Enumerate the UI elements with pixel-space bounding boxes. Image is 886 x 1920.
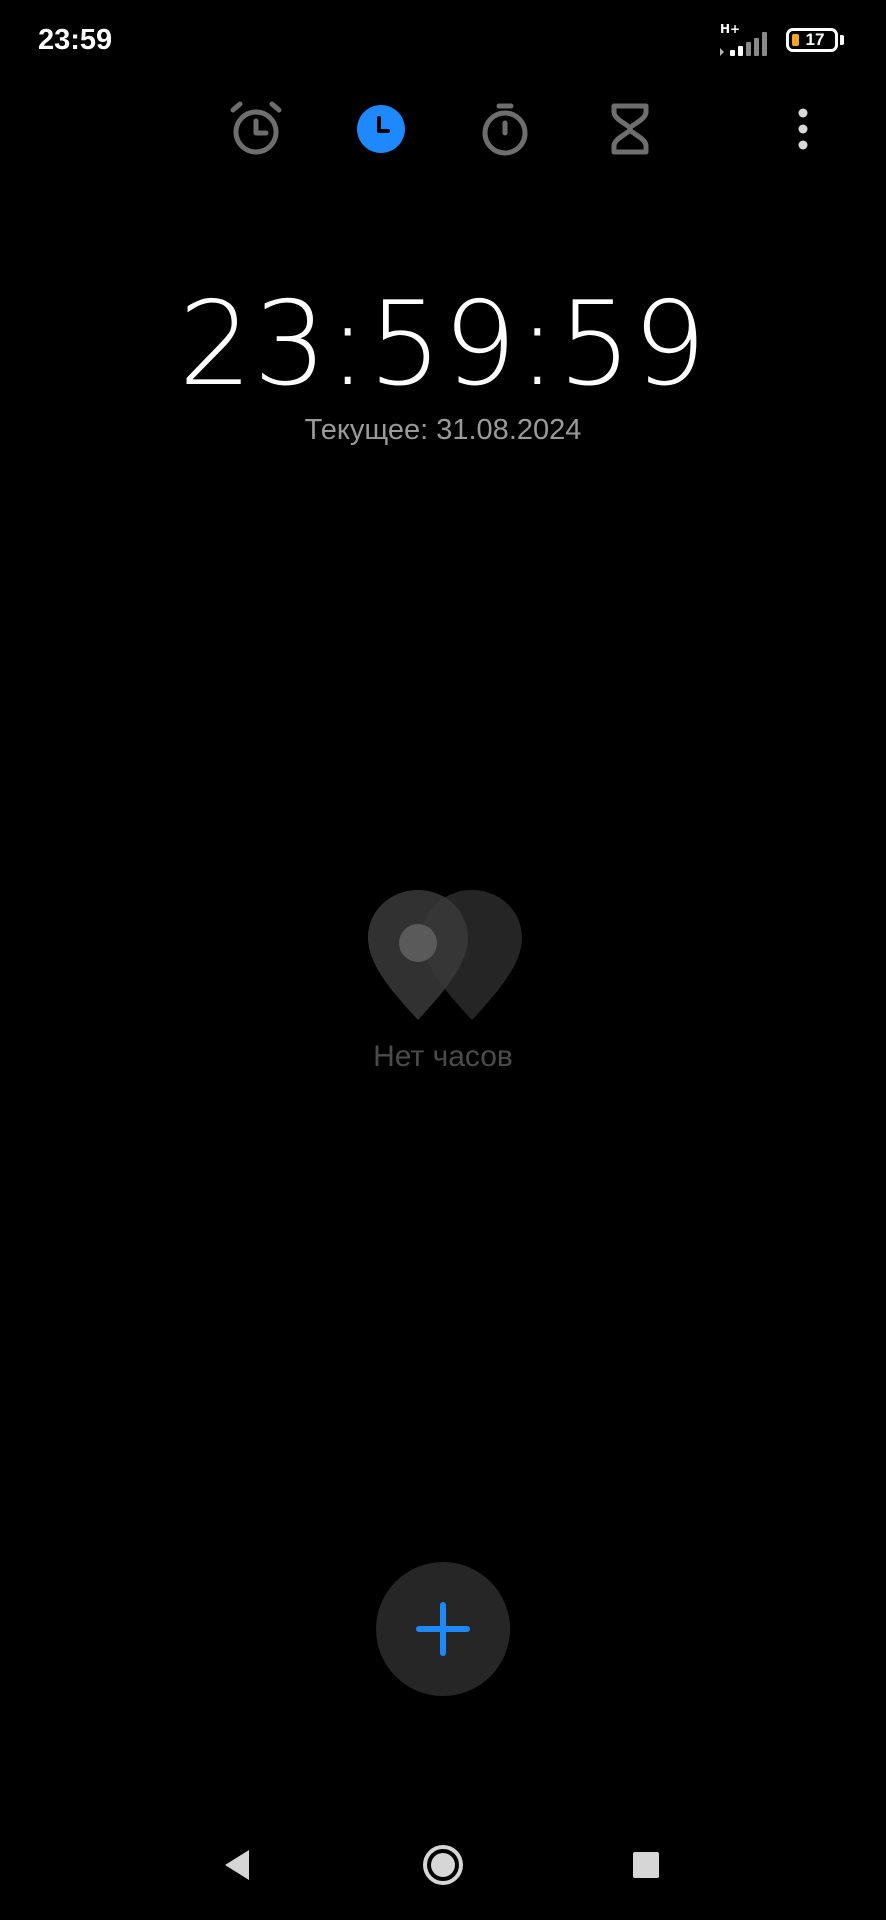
current-date: Текущее: 31.08.2024 [304, 414, 582, 446]
nav-home-button[interactable] [408, 1830, 478, 1900]
navigation-bar [0, 1830, 886, 1900]
empty-state-text: Нет часов [373, 1040, 513, 1073]
alarm-clock-icon [230, 101, 282, 155]
stopwatch-icon [482, 103, 528, 156]
plus-icon [416, 1602, 470, 1656]
battery-body: 17 [786, 28, 838, 52]
signal-icon: H+ [718, 22, 776, 58]
tab-bar [0, 96, 886, 162]
current-time: 23:59:59 [178, 277, 708, 412]
home-icon [423, 1845, 463, 1885]
battery-fill [792, 34, 799, 46]
status-time: 23:59 [38, 24, 113, 56]
nav-back-button[interactable] [202, 1830, 272, 1900]
battery-icon: 17 [786, 28, 844, 52]
back-icon [225, 1850, 249, 1880]
add-clock-button[interactable] [376, 1562, 510, 1696]
tab-timer[interactable] [597, 96, 663, 162]
tab-clock[interactable] [348, 96, 414, 162]
clock-icon [357, 105, 405, 153]
recents-icon [633, 1852, 659, 1878]
battery-level: 17 [805, 30, 825, 49]
world-clock-pins-icon [368, 890, 522, 1020]
battery-cap [840, 35, 844, 45]
tab-stopwatch[interactable] [472, 96, 538, 162]
status-bar: 23:59 H+ 17 [0, 0, 886, 82]
status-icons: H+ 17 [718, 22, 844, 58]
more-options-button[interactable] [780, 96, 826, 162]
tab-alarm[interactable] [223, 96, 289, 162]
hourglass-icon [611, 103, 649, 155]
nav-recents-button[interactable] [611, 1830, 681, 1900]
more-vertical-icon [798, 108, 808, 150]
